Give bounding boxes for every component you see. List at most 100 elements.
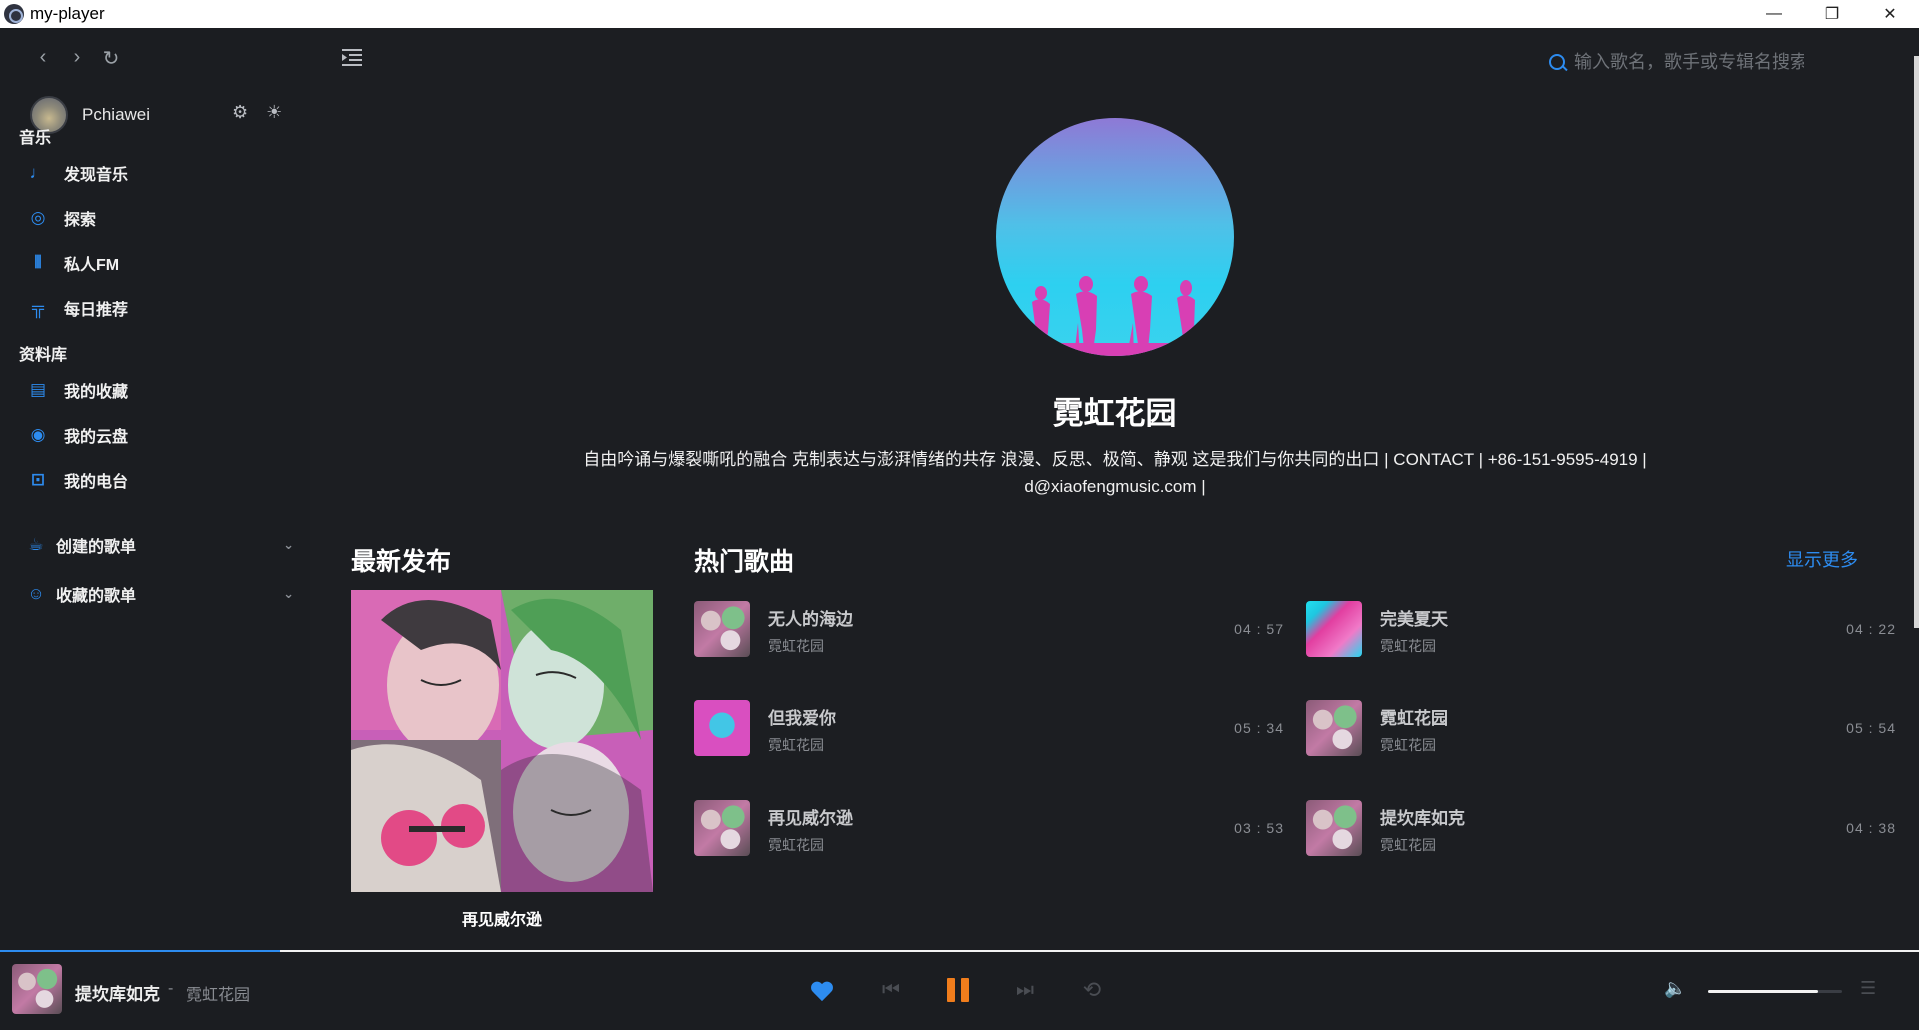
song-cover bbox=[694, 700, 750, 756]
maximize-button[interactable]: ❐ bbox=[1803, 0, 1861, 28]
song-artist[interactable]: 霓虹花园 bbox=[1380, 636, 1436, 656]
search-input[interactable] bbox=[1574, 52, 1804, 73]
song-title[interactable]: 无人的海边 bbox=[768, 605, 853, 630]
chevron-down-icon[interactable]: ⌄ bbox=[283, 586, 294, 602]
pause-button[interactable] bbox=[944, 976, 972, 1004]
collected-playlists-toggle[interactable]: ☺ 收藏的歌单 ⌄ bbox=[26, 582, 294, 606]
sidebar-item-radio[interactable]: ⊡ 我的电台 bbox=[28, 468, 128, 492]
song-title[interactable]: 再见威尔逊 bbox=[768, 804, 853, 829]
latest-release-heading: 最新发布 bbox=[351, 548, 452, 576]
song-title[interactable]: 但我爱你 bbox=[768, 704, 836, 729]
latest-album-cover[interactable] bbox=[351, 590, 653, 892]
hot-songs-heading: 热门歌曲 bbox=[694, 548, 795, 576]
song-duration: 04 : 22 bbox=[1846, 621, 1896, 637]
sidebar-item-label: 我的云盘 bbox=[64, 429, 129, 446]
song-artist[interactable]: 霓虹花园 bbox=[1380, 735, 1436, 755]
search-bar[interactable] bbox=[1548, 52, 1804, 73]
theme-sun-icon[interactable]: ☀ bbox=[266, 102, 282, 123]
minimize-button[interactable]: — bbox=[1745, 0, 1803, 28]
main-content: 霓虹花园 自由吟诵与爆裂嘶吼的融合 克制表达与澎湃情绪的共存 浪漫、反思、极简、… bbox=[310, 28, 1919, 950]
volume-slider[interactable] bbox=[1708, 990, 1842, 993]
artist-name: 霓虹花园 bbox=[1052, 396, 1177, 431]
close-button[interactable]: ✕ bbox=[1861, 0, 1919, 28]
settings-gear-icon[interactable]: ⚙ bbox=[232, 102, 248, 123]
radio-wave-icon: ⦀ bbox=[34, 253, 42, 272]
song-cover bbox=[694, 601, 750, 657]
song-row[interactable]: 提坎库如克 霓虹花园 04 : 38 bbox=[1306, 798, 1896, 858]
song-title[interactable]: 霓虹花园 bbox=[1380, 704, 1448, 729]
song-row[interactable]: 霓虹花园 霓虹花园 05 : 54 bbox=[1306, 698, 1896, 758]
like-heart-icon[interactable] bbox=[809, 976, 837, 1004]
song-row[interactable]: 再见威尔逊 霓虹花园 03 : 53 bbox=[694, 798, 1284, 858]
song-row[interactable]: 但我爱你 霓虹花园 05 : 34 bbox=[694, 698, 1284, 758]
sidebar-item-label: 我的电台 bbox=[64, 474, 129, 491]
app-root: ‹ › ↻ Pchiawei ⚙ ☀ 音乐 ♩ 发现音乐 ◎ 探索 ⦀ 私人FM… bbox=[0, 28, 1919, 1030]
song-duration: 03 : 53 bbox=[1234, 820, 1284, 836]
section-title-music: 音乐 bbox=[19, 130, 52, 147]
chevron-down-icon[interactable]: ⌄ bbox=[283, 537, 294, 553]
scrollbar[interactable] bbox=[1914, 56, 1919, 628]
sidebar-item-personal-fm[interactable]: ⦀ 私人FM bbox=[28, 251, 119, 275]
volume-icon[interactable]: 🔈 bbox=[1664, 978, 1686, 999]
repeat-icon[interactable]: ⟲ bbox=[1078, 976, 1106, 1004]
app-logo-icon bbox=[4, 4, 24, 24]
sidebar-item-daily[interactable]: ╦ 每日推荐 bbox=[28, 296, 128, 320]
previous-track-icon[interactable]: ⏮ bbox=[877, 976, 905, 1004]
sidebar-item-favorites[interactable]: ▤ 我的收藏 bbox=[28, 378, 128, 402]
song-duration: 05 : 34 bbox=[1234, 720, 1284, 736]
song-cover bbox=[1306, 700, 1362, 756]
song-duration: 05 : 54 bbox=[1846, 720, 1896, 736]
username[interactable]: Pchiawei bbox=[82, 105, 150, 125]
sidebar-item-discover[interactable]: ♩ 发现音乐 bbox=[28, 161, 129, 185]
now-playing-title[interactable]: 提坎库如克 bbox=[75, 980, 160, 1005]
show-more-link[interactable]: 显示更多 bbox=[1786, 546, 1858, 572]
song-title[interactable]: 完美夏天 bbox=[1380, 605, 1448, 630]
sidebar-item-label: 私人FM bbox=[64, 257, 120, 274]
song-row[interactable]: 完美夏天 霓虹花园 04 : 22 bbox=[1306, 599, 1896, 659]
compass-icon: ◎ bbox=[30, 208, 46, 227]
playlist-queue-icon[interactable]: ☰ bbox=[1860, 978, 1876, 999]
refresh-icon[interactable]: ↻ bbox=[102, 46, 120, 71]
cloud-disk-icon: ◉ bbox=[30, 425, 46, 444]
title-artist-separator: - bbox=[168, 980, 174, 997]
sidebar-item-label: 每日推荐 bbox=[64, 302, 129, 319]
song-cover bbox=[1306, 601, 1362, 657]
artist-description-line: 自由吟诵与爆裂嘶吼的融合 克制表达与澎湃情绪的共存 浪漫、反思、极简、静观 这是… bbox=[583, 450, 1647, 469]
cup-icon: ☕ bbox=[28, 535, 44, 554]
song-artist[interactable]: 霓虹花园 bbox=[1380, 835, 1436, 855]
now-playing-artist[interactable]: 霓虹花园 bbox=[186, 981, 250, 1005]
sidebar-item-explore[interactable]: ◎ 探索 bbox=[28, 206, 96, 230]
playlist-group-label: 收藏的歌单 bbox=[56, 588, 137, 605]
section-title-library: 资料库 bbox=[19, 347, 68, 364]
collection-icon: ▤ bbox=[29, 380, 47, 399]
collapse-menu-icon[interactable] bbox=[342, 48, 362, 66]
artist-description-line: d@xiaofengmusic.com | bbox=[1024, 477, 1206, 496]
forward-arrow-icon[interactable]: › bbox=[68, 46, 86, 71]
music-note-icon: ♩ bbox=[29, 163, 47, 182]
latest-album-title[interactable]: 再见威尔逊 bbox=[351, 906, 653, 930]
smile-icon: ☺ bbox=[27, 584, 45, 603]
sidebar-item-cloud[interactable]: ◉ 我的云盘 bbox=[28, 423, 128, 447]
song-artist[interactable]: 霓虹花园 bbox=[768, 835, 824, 855]
song-artist[interactable]: 霓虹花园 bbox=[768, 735, 824, 755]
song-cover bbox=[694, 800, 750, 856]
now-playing-cover[interactable] bbox=[12, 964, 62, 1014]
window-title: my-player bbox=[30, 4, 105, 23]
back-arrow-icon[interactable]: ‹ bbox=[34, 46, 52, 71]
artist-avatar bbox=[996, 118, 1234, 356]
song-title[interactable]: 提坎库如克 bbox=[1380, 804, 1465, 829]
song-duration: 04 : 57 bbox=[1234, 621, 1284, 637]
song-artist[interactable]: 霓虹花园 bbox=[768, 636, 824, 656]
created-playlists-toggle[interactable]: ☕ 创建的歌单 ⌄ bbox=[26, 533, 294, 557]
song-row[interactable]: 无人的海边 霓虹花园 04 : 57 bbox=[694, 599, 1284, 659]
next-track-icon[interactable]: ⏭ bbox=[1011, 976, 1039, 1004]
song-cover bbox=[1306, 800, 1362, 856]
playlist-group-label: 创建的歌单 bbox=[56, 539, 137, 556]
radio-station-icon: ⊡ bbox=[30, 470, 46, 489]
sidebar: ‹ › ↻ Pchiawei ⚙ ☀ 音乐 ♩ 发现音乐 ◎ 探索 ⦀ 私人FM… bbox=[0, 28, 310, 950]
calendar-icon: ╦ bbox=[31, 298, 45, 317]
title-bar: my-player — ❐ ✕ bbox=[0, 0, 1919, 28]
sidebar-item-label: 发现音乐 bbox=[64, 167, 129, 184]
search-icon[interactable] bbox=[1548, 53, 1568, 73]
volume-slider-fill bbox=[1708, 990, 1818, 993]
